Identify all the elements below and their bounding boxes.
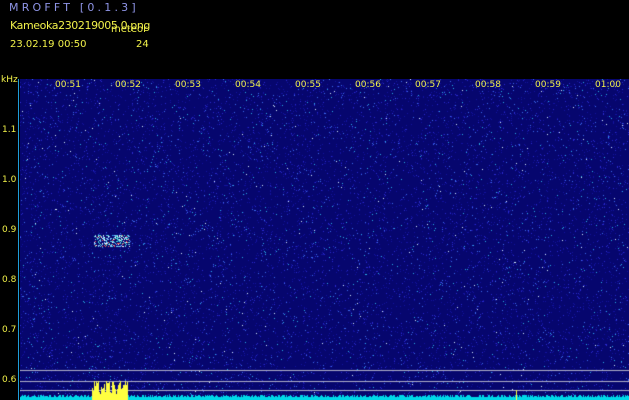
- frequency-unit: kHz: [1, 75, 18, 85]
- x-tick-label: 00:54: [235, 80, 261, 90]
- y-tick-label: 0.8: [2, 275, 17, 285]
- x-tick-label: 00:51: [55, 80, 81, 90]
- capture-datetime: 23.02.19 00:50: [10, 39, 87, 50]
- x-tick-label: 00:58: [475, 80, 501, 90]
- mrofft-window: MROFFT [0.1.3] Kameoka230219005 0.png me…: [0, 0, 629, 400]
- x-tick-label: 00:57: [415, 80, 441, 90]
- y-tick-label: 0.7: [2, 325, 17, 335]
- meteor-count-value: 24: [136, 39, 149, 50]
- x-tick-label: 01:00: [595, 80, 621, 90]
- x-tick-label: 00:53: [175, 80, 201, 90]
- x-tick-label: 00:59: [535, 80, 561, 90]
- y-tick-label: 0.6: [2, 375, 17, 385]
- x-tick-label: 00:56: [355, 80, 381, 90]
- x-tick-label: 00:55: [295, 80, 321, 90]
- meteor-count-label: meteor: [111, 24, 148, 35]
- y-tick-label: 1.1: [2, 125, 17, 135]
- x-tick-label: 00:52: [115, 80, 141, 90]
- y-tick-label: 0.9: [2, 225, 17, 235]
- spectrogram-canvas: [20, 79, 629, 400]
- frequency-axis-line: [18, 79, 19, 400]
- y-tick-label: 1.0: [2, 175, 17, 185]
- app-title: MROFFT [0.1.3]: [9, 1, 139, 14]
